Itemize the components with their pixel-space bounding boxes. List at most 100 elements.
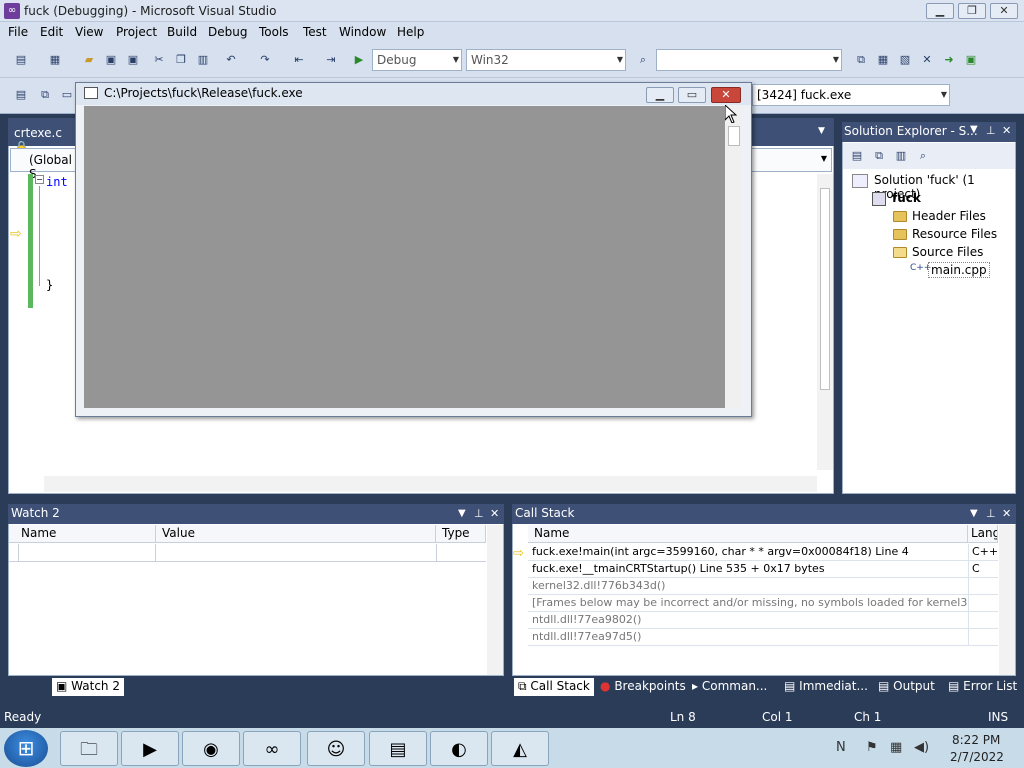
menu-view[interactable]: View bbox=[75, 25, 103, 39]
tab-output[interactable]: ▤ Output bbox=[874, 678, 939, 696]
start-debugging-icon[interactable]: ▶ bbox=[350, 51, 368, 69]
editor-vertical-scrollbar[interactable] bbox=[817, 174, 833, 470]
watch-empty-row[interactable] bbox=[9, 544, 486, 562]
console-taskbar-icon[interactable]: ▤ bbox=[369, 731, 427, 766]
tab-breakpoints[interactable]: ● Breakpoints bbox=[596, 678, 690, 696]
add-item-icon[interactable]: ▦ bbox=[46, 51, 64, 69]
menu-debug[interactable]: Debug bbox=[208, 25, 247, 39]
clock-date[interactable]: 2/7/2022 bbox=[950, 750, 1004, 764]
navigate-forward-icon[interactable]: ⇥ bbox=[322, 51, 340, 69]
callstack-scrollbar[interactable] bbox=[999, 525, 1015, 675]
watch-col-name[interactable]: Name bbox=[9, 525, 156, 543]
onenote-tray-icon[interactable]: N bbox=[836, 740, 846, 755]
console-close-button[interactable]: ✕ bbox=[711, 87, 741, 103]
tree-source-files[interactable]: Source Files bbox=[912, 245, 983, 259]
save-all-icon[interactable]: ▣ bbox=[124, 51, 142, 69]
start-button[interactable]: ⊞ bbox=[4, 730, 48, 767]
extension-manager-icon[interactable]: ▣ bbox=[962, 51, 980, 69]
threads-icon[interactable]: ⧉ bbox=[36, 86, 54, 104]
edge-icon[interactable]: ◐ bbox=[430, 731, 488, 766]
code-line-brace[interactable]: } bbox=[46, 278, 53, 292]
tab-call-stack[interactable]: ⧉ Call Stack bbox=[514, 678, 594, 696]
tab-dropdown-icon[interactable]: ▼ bbox=[818, 126, 825, 136]
panel-menu-icon[interactable]: ▼ bbox=[970, 124, 978, 135]
tab-watch-2[interactable]: ▣ Watch 2 bbox=[52, 678, 124, 696]
console-output-area[interactable] bbox=[84, 106, 725, 408]
panel-close-icon[interactable]: ✕ bbox=[1002, 507, 1011, 520]
menu-test[interactable]: Test bbox=[303, 25, 327, 39]
callstack-col-name[interactable]: Name bbox=[528, 525, 968, 543]
tree-header-files[interactable]: Header Files bbox=[912, 209, 986, 223]
callstack-row[interactable]: kernel32.dll!776b343d() bbox=[528, 578, 968, 595]
maximize-button[interactable]: ❐ bbox=[958, 3, 986, 19]
app2-icon[interactable]: ◭ bbox=[491, 731, 549, 766]
console-minimize-button[interactable]: ▁ bbox=[646, 87, 674, 103]
menu-help[interactable]: Help bbox=[397, 25, 424, 39]
console-maximize-button[interactable]: ▭ bbox=[678, 87, 706, 103]
file-explorer-icon[interactable]: 🗀 bbox=[60, 731, 118, 766]
menu-tools[interactable]: Tools bbox=[259, 25, 289, 39]
class-diagram-icon[interactable]: ⌕ bbox=[914, 147, 932, 165]
stack-frame-icon[interactable]: ▭ bbox=[58, 86, 76, 104]
tab-command-window[interactable]: ▸ Comman... bbox=[688, 678, 771, 696]
scroll-thumb[interactable] bbox=[728, 126, 740, 146]
scope-select[interactable]: (Global S bbox=[10, 148, 84, 181]
media-player-icon[interactable]: ▶ bbox=[121, 731, 179, 766]
console-vertical-scrollbar[interactable] bbox=[726, 106, 742, 408]
menu-file[interactable]: File bbox=[8, 25, 28, 39]
app-icon[interactable]: ☺ bbox=[307, 731, 365, 766]
pin-icon[interactable]: ⊥ bbox=[986, 507, 996, 520]
clock-time[interactable]: 8:22 PM bbox=[952, 733, 1000, 747]
properties-icon[interactable]: ▤ bbox=[848, 147, 866, 165]
pin-icon[interactable]: ⊥ bbox=[986, 124, 996, 137]
callstack-row[interactable]: ntdll.dll!77ea97d5() bbox=[528, 629, 968, 646]
watch-scrollbar[interactable] bbox=[487, 525, 503, 675]
refresh-icon[interactable]: ▥ bbox=[892, 147, 910, 165]
panel-menu-icon[interactable]: ▼ bbox=[970, 508, 978, 519]
navigate-backward-icon[interactable]: ⇤ bbox=[290, 51, 308, 69]
copy-icon[interactable]: ❐ bbox=[172, 51, 190, 69]
panel-close-icon[interactable]: ✕ bbox=[1002, 124, 1011, 137]
watch-col-value[interactable]: Value bbox=[156, 525, 436, 543]
solution-platform-select[interactable]: Win32 ▼ bbox=[466, 49, 626, 71]
paste-icon[interactable]: ▥ bbox=[194, 51, 212, 69]
tree-main-cpp[interactable]: main.cpp bbox=[928, 262, 990, 278]
solution-configuration-select[interactable]: Debug ▼ bbox=[372, 49, 462, 71]
properties-icon[interactable]: ▦ bbox=[874, 51, 892, 69]
chrome-icon[interactable]: ◉ bbox=[182, 731, 240, 766]
callstack-row[interactable]: fuck.exe!main(int argc=3599160, char * *… bbox=[528, 544, 968, 561]
tab-immediate-window[interactable]: ▤ Immediat... bbox=[780, 678, 872, 696]
callstack-row[interactable]: [Frames below may be incorrect and/or mi… bbox=[528, 595, 968, 612]
indicator-margin[interactable] bbox=[9, 174, 27, 468]
solution-explorer-icon[interactable]: ⧉ bbox=[852, 51, 870, 69]
member-select[interactable]: ▼ bbox=[748, 148, 832, 172]
tree-resource-files[interactable]: Resource Files bbox=[912, 227, 997, 241]
panel-menu-icon[interactable]: ▼ bbox=[458, 508, 466, 519]
show-all-files-icon[interactable]: ⧉ bbox=[870, 147, 888, 165]
open-file-icon[interactable]: ▰ bbox=[80, 51, 98, 69]
process-select[interactable]: [3424] fuck.exe ▼ bbox=[752, 84, 950, 106]
panel-close-icon[interactable]: ✕ bbox=[490, 507, 499, 520]
debug-location-icon[interactable]: ▤ bbox=[12, 86, 30, 104]
code-line-keyword[interactable]: int bbox=[46, 175, 68, 189]
menu-window[interactable]: Window bbox=[339, 25, 386, 39]
toolbox-icon[interactable]: ✕ bbox=[918, 51, 936, 69]
save-icon[interactable]: ▣ bbox=[102, 51, 120, 69]
watch-col-type[interactable]: Type bbox=[436, 525, 486, 543]
volume-icon[interactable]: ◀) bbox=[914, 740, 929, 755]
find-combo[interactable]: ▼ bbox=[656, 49, 842, 71]
menu-build[interactable]: Build bbox=[167, 25, 197, 39]
editor-horizontal-scrollbar[interactable] bbox=[44, 476, 817, 492]
start-page-icon[interactable]: ➜ bbox=[940, 51, 958, 69]
callstack-row[interactable]: fuck.exe!__tmainCRTStartup() Line 535 + … bbox=[528, 561, 968, 578]
collapse-icon[interactable]: − bbox=[35, 175, 44, 184]
find-in-files-icon[interactable]: ⌕ bbox=[634, 51, 652, 69]
undo-icon[interactable]: ↶ bbox=[222, 51, 240, 69]
tab-crtexe[interactable]: crtexe.c 🔒 bbox=[8, 122, 76, 154]
close-button[interactable]: ✕ bbox=[990, 3, 1018, 19]
scroll-thumb[interactable] bbox=[820, 188, 830, 390]
callstack-col-lang[interactable]: Lang bbox=[968, 525, 998, 543]
tree-project[interactable]: fuck bbox=[892, 191, 921, 205]
menu-project[interactable]: Project bbox=[116, 25, 157, 39]
new-project-icon[interactable]: ▤ bbox=[12, 51, 30, 69]
